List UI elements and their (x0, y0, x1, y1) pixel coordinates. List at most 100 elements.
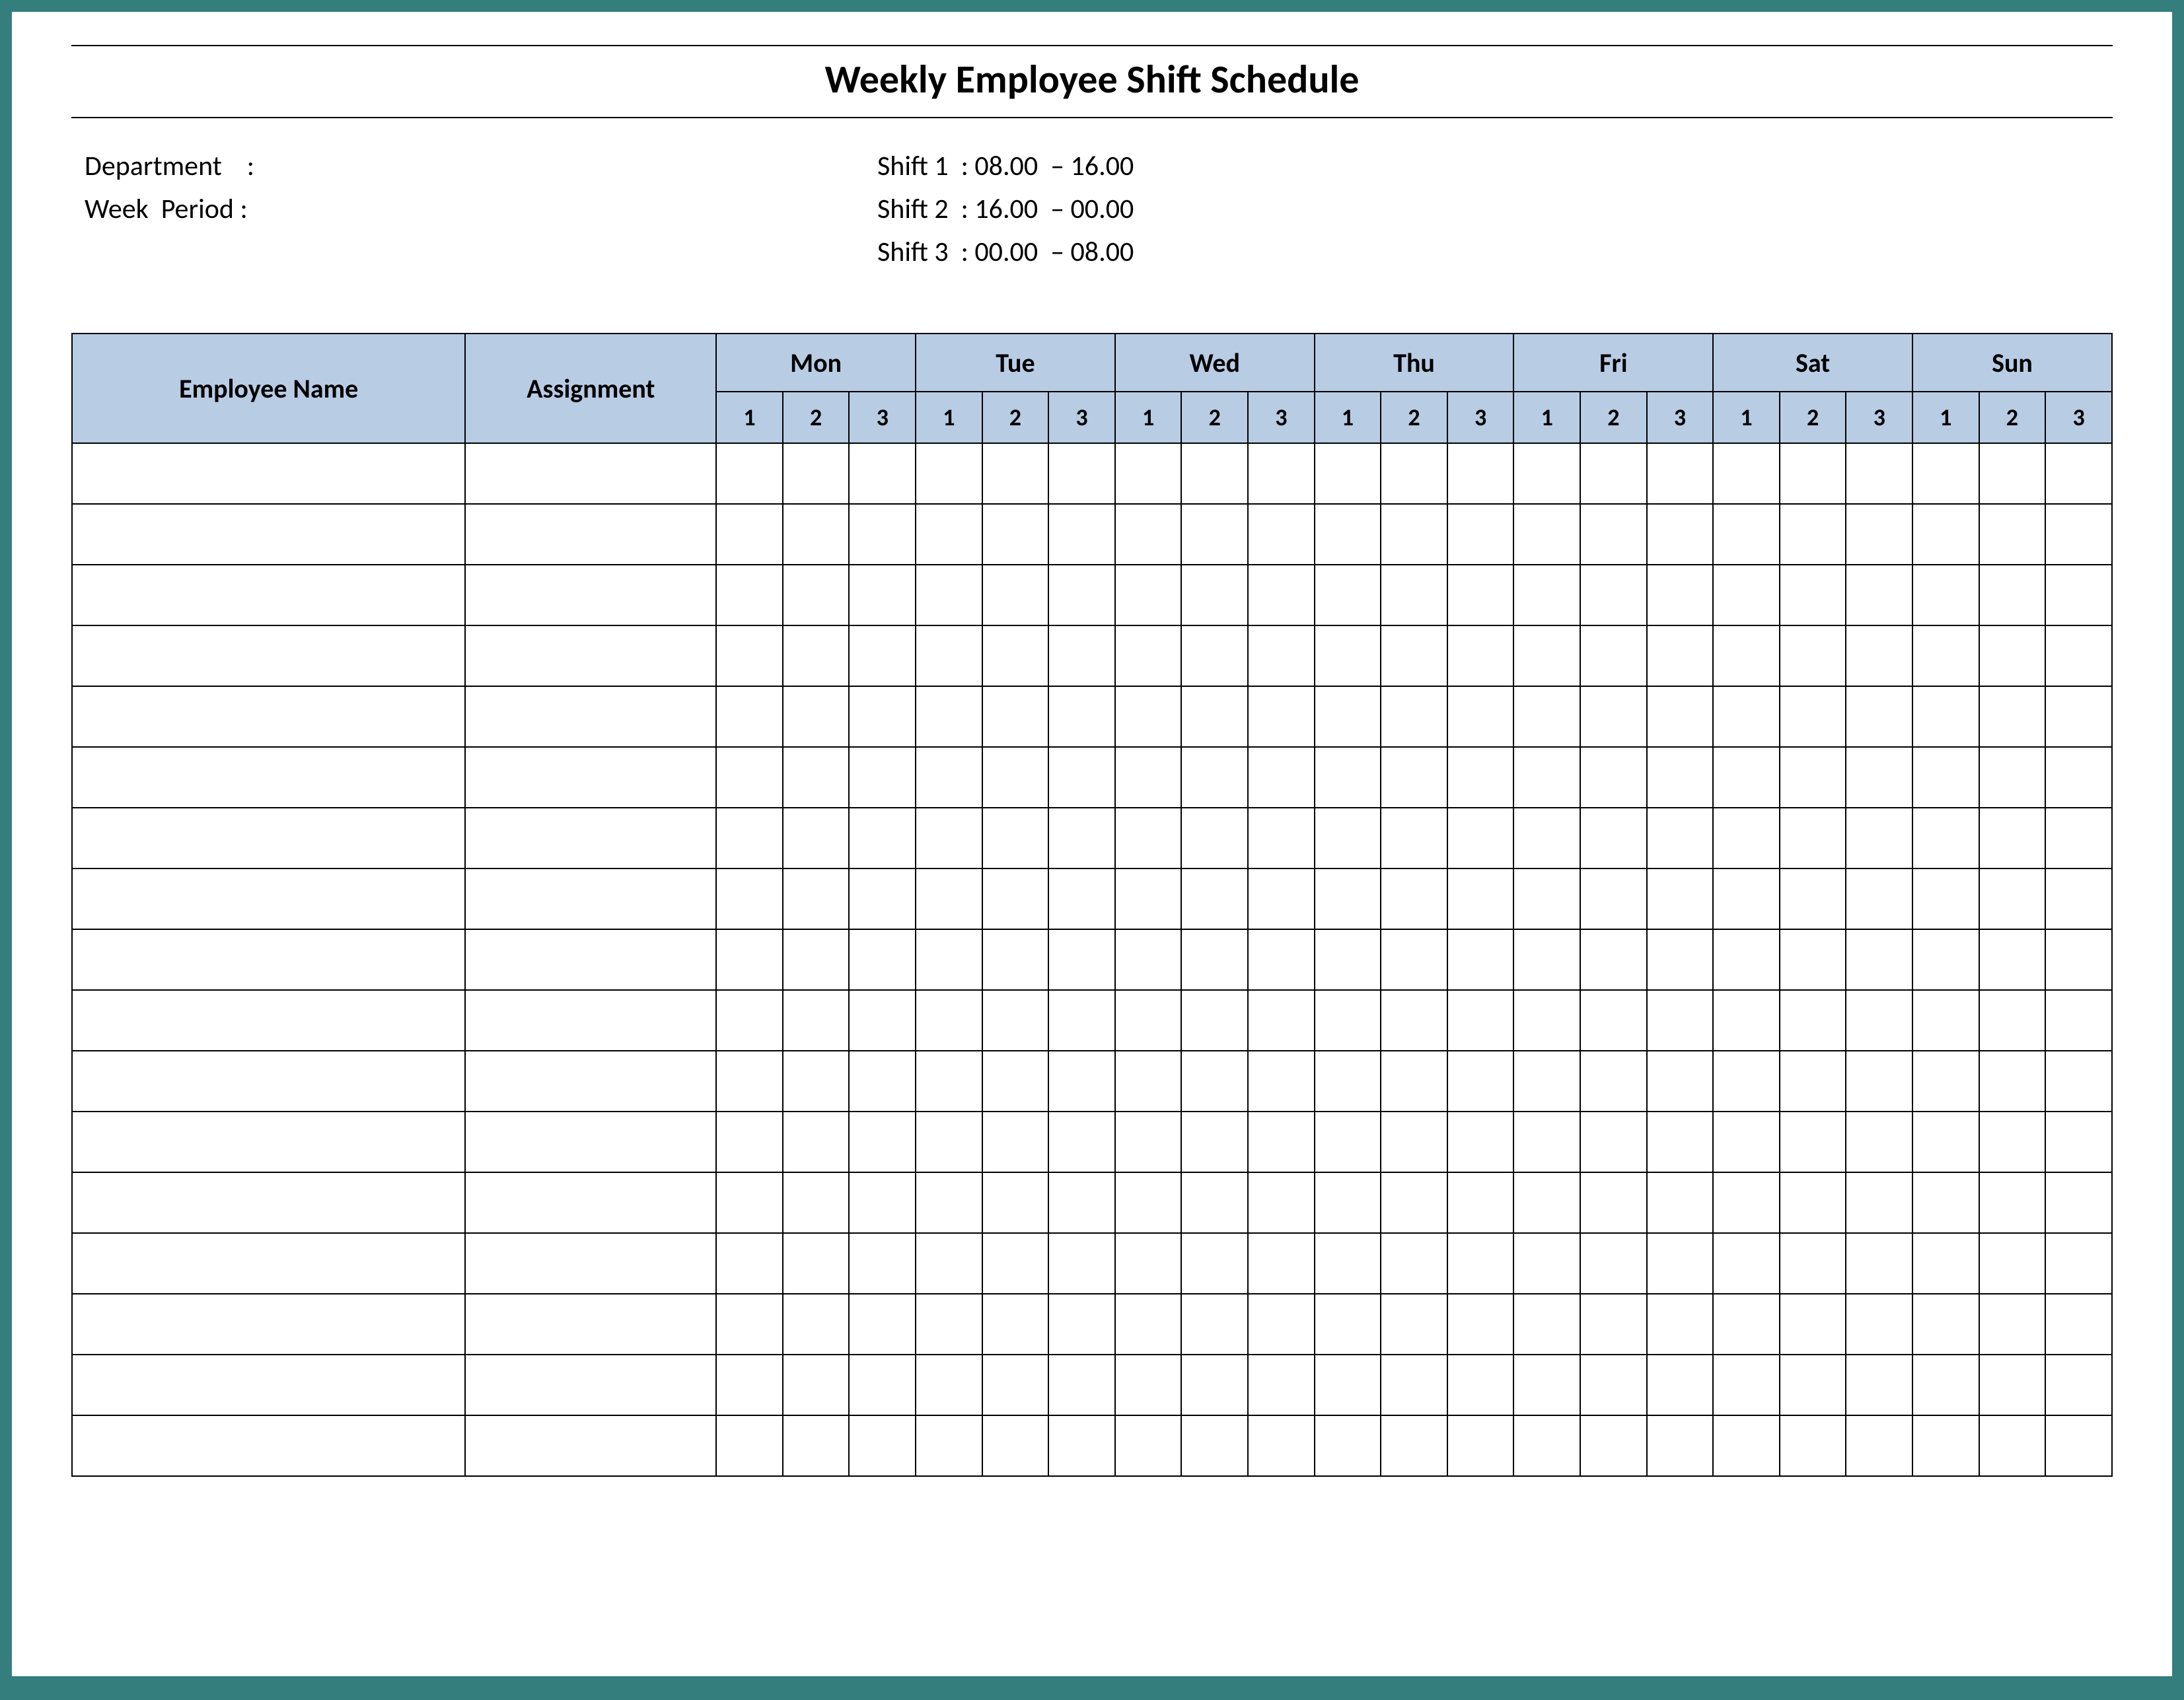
cell-shift[interactable] (849, 1355, 916, 1415)
cell-shift[interactable] (1248, 686, 1315, 747)
cell-shift[interactable] (1447, 565, 1514, 625)
cell-shift[interactable] (982, 565, 1049, 625)
cell-shift[interactable] (1447, 1233, 1514, 1294)
cell-shift[interactable] (1315, 1051, 1381, 1112)
cell-shift[interactable] (1780, 929, 1846, 990)
cell-shift[interactable] (1647, 747, 1714, 808)
cell-shift[interactable] (1780, 1051, 1846, 1112)
cell-shift[interactable] (1315, 504, 1381, 565)
cell-employee-name[interactable] (72, 504, 465, 565)
cell-shift[interactable] (783, 1355, 850, 1415)
cell-employee-name[interactable] (72, 990, 465, 1051)
cell-shift[interactable] (1048, 1112, 1115, 1172)
cell-shift[interactable] (783, 1172, 850, 1233)
cell-shift[interactable] (1248, 443, 1315, 504)
cell-shift[interactable] (716, 1051, 783, 1112)
cell-shift[interactable] (1513, 1233, 1580, 1294)
cell-shift[interactable] (716, 1294, 783, 1355)
cell-shift[interactable] (1912, 686, 1979, 747)
cell-shift[interactable] (1048, 443, 1115, 504)
cell-shift[interactable] (1580, 929, 1647, 990)
cell-shift[interactable] (1447, 443, 1514, 504)
cell-shift[interactable] (1048, 868, 1115, 929)
cell-shift[interactable] (1048, 565, 1115, 625)
cell-shift[interactable] (849, 1233, 916, 1294)
cell-shift[interactable] (1979, 504, 2046, 565)
cell-shift[interactable] (783, 868, 850, 929)
cell-shift[interactable] (916, 990, 982, 1051)
cell-shift[interactable] (1713, 1233, 1780, 1294)
cell-shift[interactable] (1713, 443, 1780, 504)
cell-shift[interactable] (916, 565, 982, 625)
cell-shift[interactable] (1580, 1051, 1647, 1112)
cell-shift[interactable] (1846, 1415, 1912, 1476)
cell-assignment[interactable] (465, 747, 716, 808)
cell-shift[interactable] (1713, 1415, 1780, 1476)
cell-shift[interactable] (1647, 1355, 1714, 1415)
cell-shift[interactable] (982, 1415, 1049, 1476)
cell-shift[interactable] (1115, 868, 1182, 929)
cell-shift[interactable] (1248, 990, 1315, 1051)
cell-shift[interactable] (982, 1172, 1049, 1233)
cell-shift[interactable] (1447, 990, 1514, 1051)
cell-shift[interactable] (1647, 1233, 1714, 1294)
cell-shift[interactable] (1979, 1415, 2046, 1476)
cell-shift[interactable] (1780, 686, 1846, 747)
cell-shift[interactable] (849, 747, 916, 808)
cell-shift[interactable] (1513, 1112, 1580, 1172)
cell-shift[interactable] (1513, 1415, 1580, 1476)
cell-shift[interactable] (1381, 686, 1447, 747)
cell-shift[interactable] (1647, 1415, 1714, 1476)
cell-assignment[interactable] (465, 1233, 716, 1294)
cell-shift[interactable] (1979, 1355, 2046, 1415)
cell-shift[interactable] (1647, 504, 1714, 565)
cell-shift[interactable] (1713, 565, 1780, 625)
cell-shift[interactable] (1315, 808, 1381, 868)
cell-employee-name[interactable] (72, 929, 465, 990)
cell-shift[interactable] (1513, 990, 1580, 1051)
cell-shift[interactable] (1912, 625, 1979, 686)
cell-shift[interactable] (783, 747, 850, 808)
cell-assignment[interactable] (465, 1112, 716, 1172)
cell-shift[interactable] (1979, 686, 2046, 747)
cell-assignment[interactable] (465, 565, 716, 625)
cell-shift[interactable] (1647, 1172, 1714, 1233)
cell-shift[interactable] (916, 443, 982, 504)
cell-shift[interactable] (2045, 504, 2112, 565)
cell-employee-name[interactable] (72, 1233, 465, 1294)
cell-shift[interactable] (1780, 1355, 1846, 1415)
cell-assignment[interactable] (465, 1051, 716, 1112)
cell-shift[interactable] (1115, 625, 1182, 686)
cell-shift[interactable] (1713, 1172, 1780, 1233)
cell-shift[interactable] (1115, 808, 1182, 868)
cell-shift[interactable] (1513, 625, 1580, 686)
cell-employee-name[interactable] (72, 1355, 465, 1415)
cell-assignment[interactable] (465, 990, 716, 1051)
cell-shift[interactable] (716, 1172, 783, 1233)
cell-shift[interactable] (1780, 808, 1846, 868)
cell-shift[interactable] (1580, 504, 1647, 565)
cell-shift[interactable] (849, 1112, 916, 1172)
cell-shift[interactable] (1580, 686, 1647, 747)
cell-shift[interactable] (1912, 1172, 1979, 1233)
cell-shift[interactable] (1580, 990, 1647, 1051)
cell-shift[interactable] (1381, 1172, 1447, 1233)
cell-shift[interactable] (849, 929, 916, 990)
cell-shift[interactable] (1048, 1415, 1115, 1476)
cell-shift[interactable] (783, 504, 850, 565)
cell-shift[interactable] (1912, 990, 1979, 1051)
cell-shift[interactable] (1580, 1355, 1647, 1415)
cell-shift[interactable] (1846, 1112, 1912, 1172)
cell-shift[interactable] (849, 625, 916, 686)
cell-shift[interactable] (1447, 686, 1514, 747)
cell-shift[interactable] (849, 504, 916, 565)
cell-assignment[interactable] (465, 808, 716, 868)
cell-shift[interactable] (982, 990, 1049, 1051)
cell-shift[interactable] (1115, 1415, 1182, 1476)
cell-shift[interactable] (1248, 929, 1315, 990)
cell-shift[interactable] (1713, 808, 1780, 868)
cell-shift[interactable] (1315, 443, 1381, 504)
cell-shift[interactable] (1846, 1355, 1912, 1415)
cell-shift[interactable] (1979, 868, 2046, 929)
cell-shift[interactable] (1513, 808, 1580, 868)
